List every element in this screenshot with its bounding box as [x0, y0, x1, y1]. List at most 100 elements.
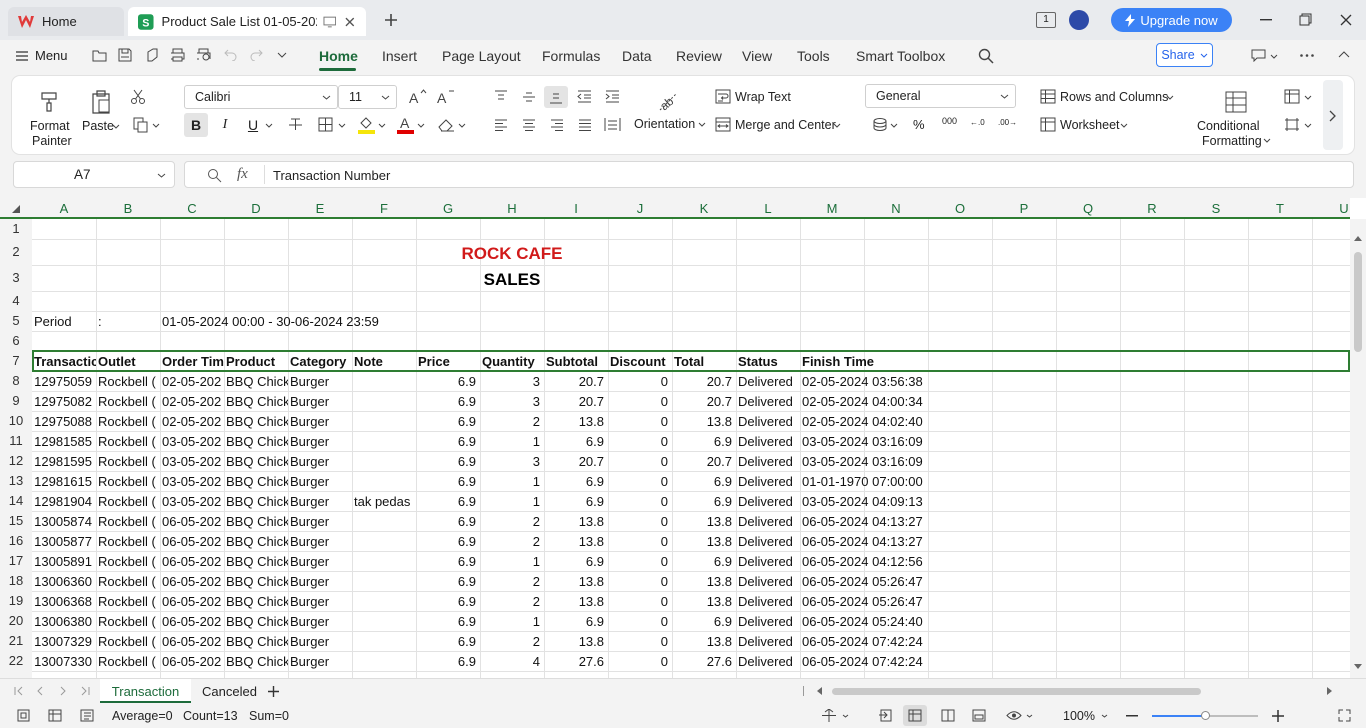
sheet-subtitle[interactable]: SALES [416, 268, 608, 292]
tab-insert[interactable]: Insert [382, 48, 417, 64]
table-header[interactable]: Category [288, 351, 352, 371]
prev-sheet-icon[interactable] [36, 686, 44, 696]
table-cell[interactable]: 3 [480, 371, 544, 391]
table-cell[interactable]: 6.9 [672, 431, 736, 451]
table-cell[interactable]: BBQ Chick [224, 651, 288, 671]
row-header[interactable]: 15 [0, 513, 32, 528]
table-cell[interactable]: 1 [480, 611, 544, 631]
row-header[interactable]: 19 [0, 593, 32, 608]
table-cell[interactable]: 06-05-202 [160, 551, 224, 571]
table-header[interactable]: Finish Time [800, 351, 928, 371]
chevron-down-icon[interactable] [1304, 95, 1312, 100]
select-all-icon[interactable] [12, 205, 20, 213]
table-cell[interactable]: BBQ Chick [224, 491, 288, 511]
vertical-scrollbar[interactable] [1350, 219, 1366, 678]
row-header[interactable]: 13 [0, 473, 32, 488]
table-cell[interactable]: BBQ Chick [224, 611, 288, 631]
table-cell[interactable]: 12975059 [32, 371, 96, 391]
period-colon[interactable]: : [96, 311, 160, 331]
table-cell[interactable]: 13.8 [544, 591, 608, 611]
table-header[interactable]: Price [416, 351, 480, 371]
print-preview-icon[interactable] [196, 48, 212, 62]
table-cell[interactable]: BBQ Chick [224, 591, 288, 611]
table-cell[interactable]: 13.8 [544, 531, 608, 551]
normal-view-button[interactable] [903, 705, 927, 726]
conditional-formatting-label-1[interactable]: Conditional [1197, 119, 1260, 133]
table-cell[interactable]: Burger [288, 471, 352, 491]
row-header[interactable]: 8 [0, 373, 32, 388]
table-cell[interactable]: 0 [608, 571, 672, 591]
table-cell[interactable]: Delivered [736, 631, 800, 651]
table-cell[interactable]: 13.8 [672, 511, 736, 531]
avatar[interactable] [1069, 10, 1089, 30]
table-cell[interactable]: 12981585 [32, 431, 96, 451]
table-cell[interactable]: Rockbell ( [96, 431, 160, 451]
table-cell[interactable]: 06-05-202 [160, 631, 224, 651]
table-cell[interactable]: 02-05-2024 04:02:40 [800, 411, 928, 431]
zoom-in-icon[interactable] [1272, 710, 1284, 722]
table-cell[interactable]: BBQ Chick [224, 411, 288, 431]
row-header[interactable]: 21 [0, 633, 32, 648]
table-cell[interactable]: Delivered [736, 531, 800, 551]
table-cell[interactable]: Burger [288, 631, 352, 651]
table-cell[interactable]: Burger [288, 551, 352, 571]
spreadsheet-grid[interactable]: ABCDEFGHIJKLMNOPQRSTU 1 2 3 4 5 6 7 8 9 10 11 12 13 1… [0, 198, 1366, 678]
page-badge[interactable]: 1 [1036, 12, 1056, 28]
column-header[interactable]: K [672, 201, 736, 216]
table-cell[interactable]: 06-05-202 [160, 611, 224, 631]
chevron-down-icon[interactable] [1166, 95, 1174, 100]
table-cell[interactable]: 03-05-202 [160, 471, 224, 491]
sheet-tab-canceled[interactable]: Canceled [202, 684, 257, 699]
redo-icon[interactable] [250, 49, 263, 61]
zoom-formula-icon[interactable] [207, 168, 222, 183]
table-cell[interactable]: 02-05-202 [160, 391, 224, 411]
export-pdf-icon[interactable] [878, 709, 892, 722]
chevron-down-icon[interactable] [338, 123, 346, 128]
currency-icon[interactable] [872, 117, 888, 132]
table-cell[interactable]: 0 [608, 511, 672, 531]
chevron-down-icon[interactable] [1120, 123, 1128, 128]
format-painter-label-2[interactable]: Painter [32, 134, 72, 148]
number-format-select[interactable]: General [865, 84, 1016, 108]
copy-icon[interactable] [133, 117, 149, 133]
close-tab-icon[interactable] [344, 16, 356, 28]
table-cell[interactable]: 2 [480, 511, 544, 531]
table-cell[interactable]: 1 [480, 551, 544, 571]
scroll-left-icon[interactable] [817, 687, 822, 695]
table-cell[interactable]: 12975088 [32, 411, 96, 431]
table-header[interactable]: Note [352, 351, 416, 371]
table-cell[interactable]: BBQ Chick [224, 571, 288, 591]
window-icon[interactable] [323, 16, 337, 28]
table-cell[interactable]: 13.8 [544, 411, 608, 431]
conditional-formatting-icon[interactable] [1225, 91, 1247, 113]
table-cell[interactable]: BBQ Chick [224, 371, 288, 391]
row-header[interactable]: 11 [0, 433, 32, 448]
table-cell[interactable]: 12981615 [32, 471, 96, 491]
worksheet-label[interactable]: Worksheet [1060, 118, 1120, 132]
table-cell[interactable]: 4 [480, 651, 544, 671]
chevron-down-icon[interactable] [1026, 714, 1033, 718]
table-cell[interactable]: 6.9 [416, 411, 480, 431]
font-name-select[interactable]: Calibri [184, 85, 338, 109]
table-cell[interactable]: 06-05-202 [160, 571, 224, 591]
chevron-down-icon[interactable] [152, 123, 160, 128]
table-cell[interactable]: 6.9 [544, 551, 608, 571]
table-cell[interactable]: Rockbell ( [96, 611, 160, 631]
increase-font-icon[interactable]: A [409, 89, 427, 104]
new-tab-icon[interactable] [384, 13, 398, 27]
table-cell[interactable]: Delivered [736, 571, 800, 591]
table-cell[interactable]: Delivered [736, 371, 800, 391]
table-cell[interactable]: Burger [288, 371, 352, 391]
table-cell[interactable]: 03-05-202 [160, 451, 224, 471]
table-cell[interactable]: 13007330 [32, 651, 96, 671]
paste-label[interactable]: Paste [82, 119, 114, 133]
column-header[interactable]: Q [1056, 201, 1120, 216]
table-cell[interactable]: Rockbell ( [96, 511, 160, 531]
table-cell[interactable]: 6.9 [416, 431, 480, 451]
table-cell[interactable]: Burger [288, 491, 352, 511]
tab-smart-toolbox[interactable]: Smart Toolbox [856, 48, 945, 64]
minimize-icon[interactable] [1260, 19, 1272, 21]
table-cell[interactable]: 3 [480, 391, 544, 411]
font-size-select[interactable]: 11 [338, 85, 397, 109]
row-header[interactable]: 16 [0, 533, 32, 548]
